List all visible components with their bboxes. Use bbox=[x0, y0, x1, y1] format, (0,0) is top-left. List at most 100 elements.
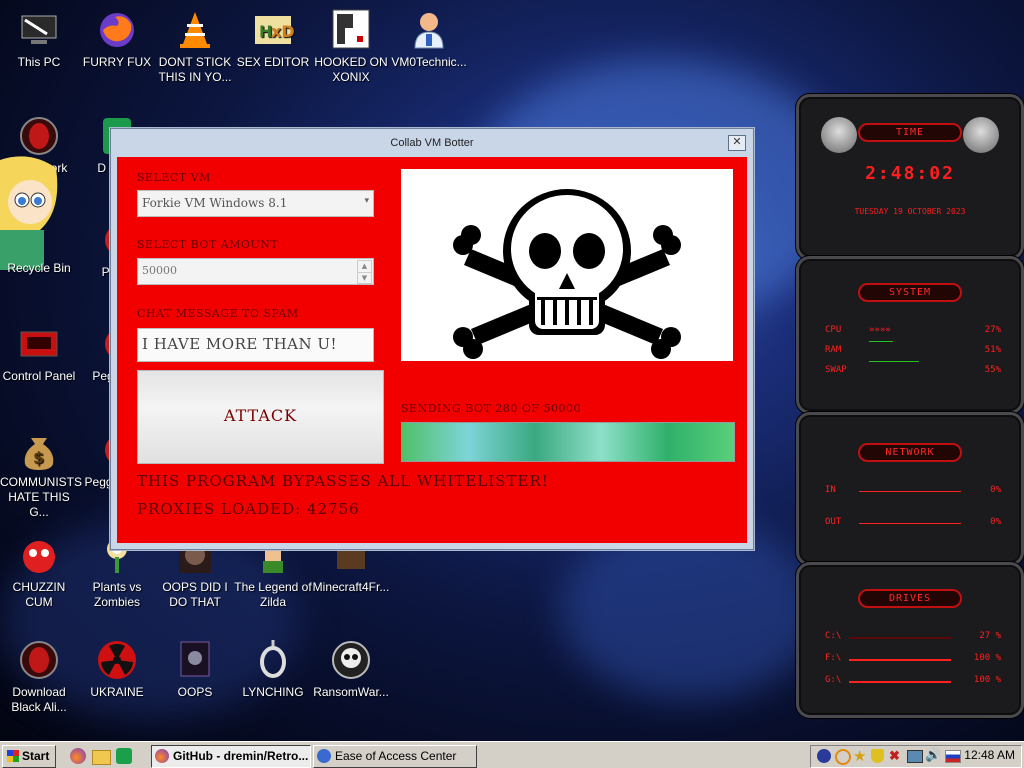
desktop-icon-recycle-bin[interactable]: Recycle Bin bbox=[0, 218, 78, 276]
network-in-value: 0% bbox=[990, 485, 1001, 495]
network-out-label: OUT bbox=[825, 517, 842, 527]
close-button[interactable]: ✕ bbox=[728, 135, 746, 151]
drive-g-row: G:\ 100 % bbox=[825, 675, 1001, 685]
desktop-icon-label: VM0Technic... bbox=[391, 55, 467, 69]
drive-c-bar bbox=[849, 637, 951, 639]
drive-c-label: C:\ bbox=[825, 631, 842, 641]
stepper-down-icon[interactable]: ▼ bbox=[357, 272, 372, 284]
tray-search-icon[interactable] bbox=[835, 749, 851, 765]
desktop-icon-lynching[interactable]: LYNCHING bbox=[234, 638, 312, 700]
ram-graph bbox=[869, 341, 893, 342]
network-out-row: OUT 0% bbox=[825, 517, 1001, 527]
tray-network-icon[interactable] bbox=[907, 750, 923, 763]
desktop-icon-hooked-on-xonix[interactable]: HOOKED ON XONIX bbox=[312, 8, 390, 85]
desktop-icon-ransomware[interactable]: RansomWar... bbox=[312, 638, 390, 700]
svg-text:$: $ bbox=[33, 448, 44, 467]
desktop-icon-download-black-ali[interactable]: Download Black Ali... bbox=[0, 638, 78, 715]
desktop-icon-control-panel[interactable]: Control Panel bbox=[0, 322, 78, 384]
skull-crossbones-icon bbox=[453, 189, 681, 359]
desktop-icon-chuzzin-cum[interactable]: CHUZZIN CUM bbox=[0, 533, 78, 610]
drive-g-bar bbox=[849, 681, 951, 683]
desktop-icon-label: Plants vs Zombies bbox=[92, 580, 142, 609]
drive-g-label: G:\ bbox=[825, 675, 842, 685]
firefox-icon[interactable] bbox=[70, 748, 86, 764]
skull-icon bbox=[329, 638, 373, 682]
control-panel-icon bbox=[17, 322, 61, 366]
firefox-icon bbox=[95, 8, 139, 52]
desktop-icon-label: Minecraft4Fr... bbox=[312, 580, 390, 594]
clock-display: 2:48:02 bbox=[865, 163, 955, 184]
tray-shield-icon[interactable] bbox=[871, 749, 884, 763]
desktop-icon-sex-editor[interactable]: HxD SEX EDITOR bbox=[234, 8, 312, 70]
progress-fill bbox=[402, 423, 734, 461]
start-button[interactable]: Start bbox=[2, 745, 56, 768]
cpu-row: CPU »»»» 27% bbox=[825, 325, 1001, 335]
skull-image bbox=[401, 169, 733, 361]
time-gadget: TIME 2:48:02 TUESDAY 19 OCTOBER 2023 bbox=[796, 94, 1024, 260]
radiation-icon bbox=[95, 638, 139, 682]
drive-f-bar bbox=[849, 659, 951, 661]
proxies-loaded-text: PROXIES LOADED: 42756 bbox=[137, 500, 360, 518]
progress-bar bbox=[401, 422, 735, 462]
window-body: SELECT VM Forkie VM Windows 8.1 ▾ SELECT… bbox=[117, 157, 747, 543]
tray-flag-icon[interactable] bbox=[945, 750, 961, 763]
desktop-icon-label: Recycle Bin bbox=[7, 261, 71, 275]
desktop-icon-dont-stick[interactable]: DONT STICK THIS IN YO... bbox=[156, 8, 234, 85]
desktop-icon-label: LYNCHING bbox=[242, 685, 304, 699]
cpu-value: 27% bbox=[984, 325, 1001, 335]
drive-c-row: C:\ 27 % bbox=[825, 631, 1001, 641]
swap-label: SWAP bbox=[825, 365, 847, 375]
attack-button-label: ATTACK bbox=[223, 406, 298, 425]
cpu-meter: »»»» bbox=[869, 325, 891, 335]
tray-volume-icon[interactable]: 🔊 bbox=[925, 747, 941, 763]
select-vm-label: SELECT VM bbox=[137, 171, 211, 184]
dark-app-icon bbox=[173, 638, 217, 682]
desktop-icon-label: OOPS bbox=[177, 685, 213, 699]
tray-star-icon[interactable]: ★ bbox=[853, 747, 866, 765]
chat-message-label: CHAT MESSAGE TO SPAM bbox=[137, 307, 299, 320]
window-title: Collab VM Botter bbox=[390, 137, 474, 149]
app-icon[interactable] bbox=[116, 748, 132, 764]
network-gadget: NETWORK IN 0% OUT 0% bbox=[796, 412, 1024, 566]
computer-icon bbox=[17, 8, 61, 52]
desktop-icon-this-pc[interactable]: This PC bbox=[0, 8, 78, 70]
desktop-icon-label: UKRAINE bbox=[90, 685, 144, 699]
swap-row: SWAP 55% bbox=[825, 361, 1001, 375]
desktop-icon-label: OOPS DID I DO THAT bbox=[162, 580, 228, 609]
select-vm-dropdown[interactable]: Forkie VM Windows 8.1 ▾ bbox=[137, 190, 374, 217]
taskbar: Start GitHub - dremin/Retro... Ease of A… bbox=[0, 741, 1024, 768]
ram-row: RAM 51% bbox=[825, 341, 1001, 355]
attack-button[interactable]: ATTACK bbox=[137, 370, 384, 464]
desktop-icon-ukraine[interactable]: UKRAINE bbox=[78, 638, 156, 700]
tray-x-icon[interactable]: ✖ bbox=[889, 748, 900, 764]
chat-message-input[interactable]: I HAVE MORE THAN U! bbox=[137, 328, 374, 362]
drive-f-label: F:\ bbox=[825, 653, 842, 663]
desktop-icon-label: RansomWar... bbox=[313, 685, 389, 699]
desktop-icon-label: COMMUNISTS HATE THIS G... bbox=[0, 475, 82, 519]
network-out-value: 0% bbox=[990, 517, 1001, 527]
drives-title: DRIVES bbox=[858, 589, 962, 608]
tray-clock[interactable]: 12:48 AM bbox=[964, 748, 1015, 762]
network-out-graph bbox=[859, 523, 961, 524]
alien-head-icon bbox=[821, 117, 857, 153]
swap-graph bbox=[869, 361, 919, 362]
svg-text:xD: xD bbox=[271, 22, 295, 41]
alien-icon bbox=[17, 638, 61, 682]
desktop-icon-furry-fux[interactable]: FURRY FUX bbox=[78, 8, 156, 70]
task-github[interactable]: GitHub - dremin/Retro... bbox=[151, 745, 311, 768]
desktop-icon-label: This PC bbox=[17, 55, 61, 69]
date-display: TUESDAY 19 OCTOBER 2023 bbox=[854, 207, 966, 216]
tray-icon[interactable] bbox=[817, 749, 831, 763]
desktop-icon-communists[interactable]: $ COMMUNISTS HATE THIS G... bbox=[0, 428, 82, 520]
desktop-icon-label: DONT STICK THIS IN YO... bbox=[158, 55, 232, 84]
bot-amount-stepper[interactable]: 50000 ▲ ▼ bbox=[137, 258, 374, 285]
xonix-icon bbox=[329, 8, 373, 52]
desktop-icon-label: Download Black Ali... bbox=[11, 685, 67, 714]
drives-gadget: DRIVES C:\ 27 % F:\ 100 % G:\ 100 % bbox=[796, 562, 1024, 718]
task-ease-of-access[interactable]: Ease of Access Center bbox=[313, 745, 477, 768]
folder-icon[interactable] bbox=[92, 750, 111, 765]
recycle-bin-icon bbox=[17, 218, 61, 258]
desktop-icon-vm0technician[interactable]: VM0Technic... bbox=[390, 8, 468, 70]
cpu-label: CPU bbox=[825, 325, 842, 335]
desktop-icon-oops[interactable]: OOPS bbox=[156, 638, 234, 700]
